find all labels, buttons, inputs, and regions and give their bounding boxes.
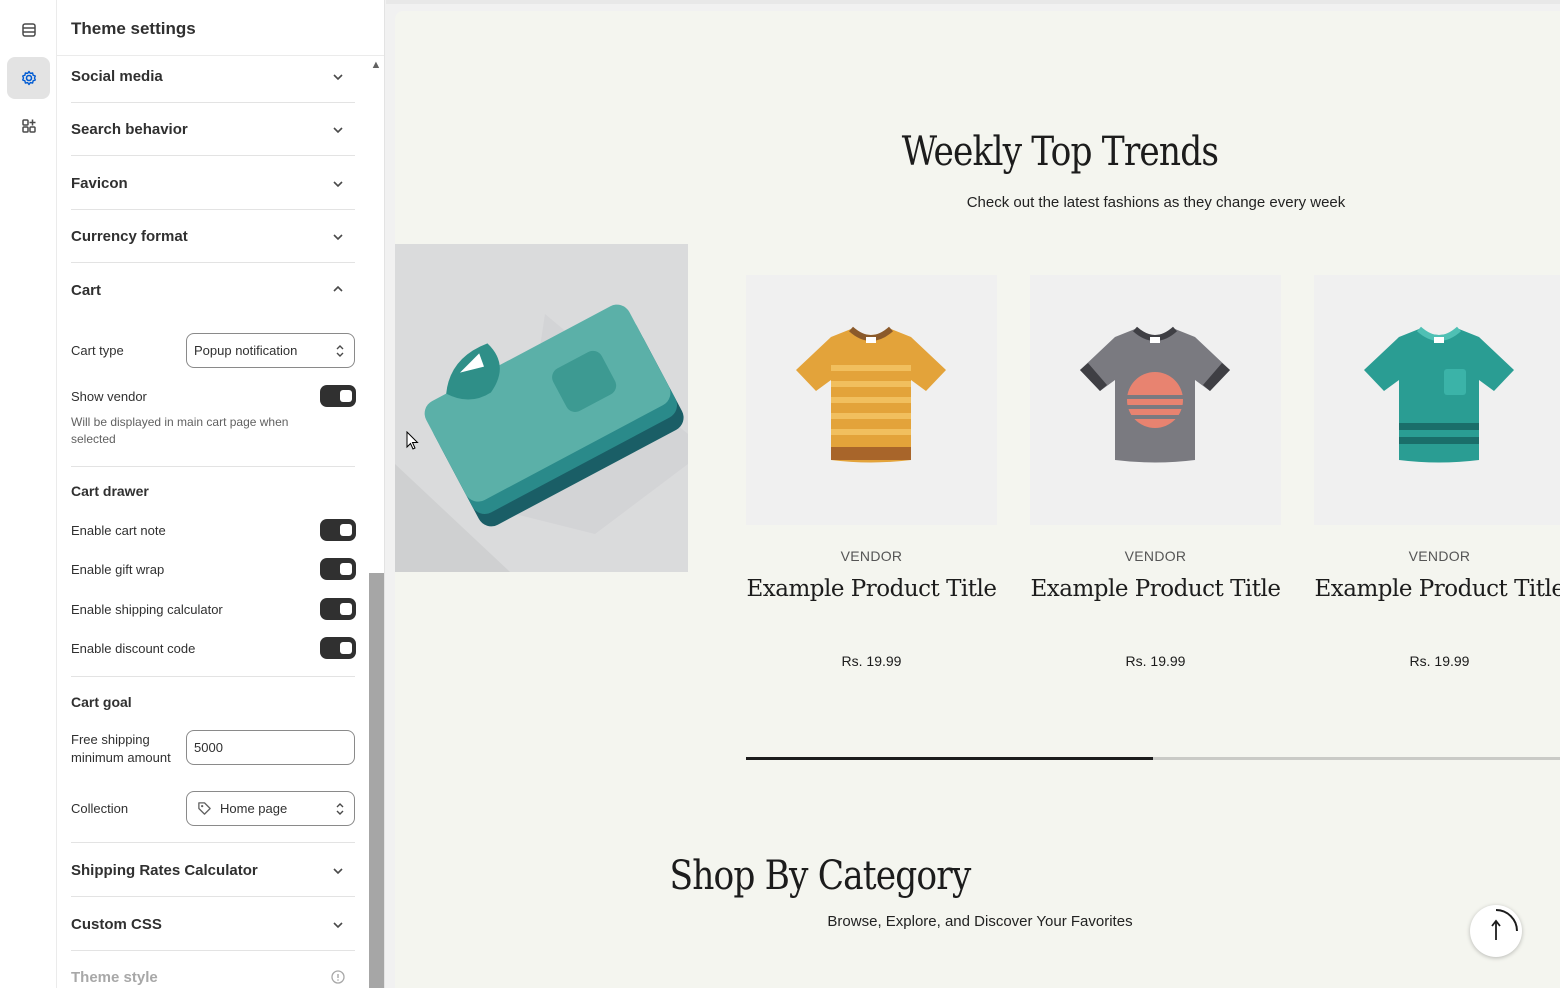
theme-settings-panel: Theme settings ▲ Social media Search beh… <box>57 0 385 988</box>
section-theme-style[interactable]: Theme style <box>71 951 355 988</box>
chevron-down-icon <box>331 70 345 84</box>
cart-type-value: Popup notification <box>194 343 298 358</box>
cart-type-select[interactable]: Popup notification <box>186 333 355 368</box>
product-price: Rs. 19.99 <box>1125 653 1186 669</box>
chevron-up-icon <box>331 282 345 296</box>
section-label: Cart <box>71 282 102 299</box>
mouse-cursor-icon <box>406 431 419 450</box>
carousel-progress-track[interactable] <box>746 757 1560 760</box>
cart-goal-heading: Cart goal <box>71 694 132 710</box>
cart-type-label: Cart type <box>71 343 124 358</box>
apps-button[interactable] <box>7 105 50 147</box>
enable-discount-code-label: Enable discount code <box>71 641 196 656</box>
section-label: Currency format <box>71 228 188 245</box>
trends-title: Weekly Top Trends <box>901 129 1219 175</box>
preview-top-bar <box>386 0 1560 4</box>
show-vendor-help: Will be displayed in main cart page when… <box>71 415 289 446</box>
trends-subtitle: Check out the latest fashions as they ch… <box>966 194 1346 211</box>
product-price: Rs. 19.99 <box>841 653 902 669</box>
collection-value: Home page <box>220 801 288 816</box>
back-to-top-button[interactable] <box>1470 905 1522 957</box>
product-image <box>1314 275 1560 525</box>
section-label: Theme style <box>71 969 158 986</box>
section-label: Shipping Rates Calculator <box>71 862 258 879</box>
info-icon <box>331 970 345 984</box>
arrow-up-icon <box>1491 909 1518 940</box>
tshirt-teal-image <box>1364 326 1514 463</box>
category-title: Shop By Category <box>669 853 972 899</box>
enable-shipping-calculator-toggle[interactable] <box>320 598 356 620</box>
enable-cart-note-label: Enable cart note <box>71 523 166 538</box>
scrollbar-thumb[interactable] <box>369 573 384 988</box>
enable-gift-wrap-label: Enable gift wrap <box>71 562 165 577</box>
product-title[interactable]: Example Product Title <box>746 571 997 607</box>
product-vendor: VENDOR <box>1124 548 1187 564</box>
section-label: Search behavior <box>71 121 188 138</box>
section-social-media[interactable]: Social media <box>71 56 355 103</box>
tag-icon <box>198 802 211 815</box>
tshirt-grey-image <box>1080 326 1230 463</box>
enable-shipping-calculator-label: Enable shipping calculator <box>71 602 223 617</box>
sections-icon <box>21 23 36 37</box>
chevron-down-icon <box>331 177 345 191</box>
icon-rail <box>0 0 57 988</box>
carousel-progress-fill <box>746 757 1153 760</box>
category-subtitle: Browse, Explore, and Discover Your Favor… <box>827 913 1133 930</box>
section-cart[interactable]: Cart <box>71 263 355 316</box>
settings-gear-icon <box>21 70 36 86</box>
cart-drawer-heading: Cart drawer <box>71 483 149 499</box>
product-vendor: VENDOR <box>840 548 903 564</box>
scroll-up-arrow-icon[interactable]: ▲ <box>369 58 383 72</box>
enable-cart-note-toggle[interactable] <box>320 519 356 541</box>
chevron-down-icon <box>331 864 345 878</box>
panel-header: Theme settings <box>57 0 384 56</box>
divider <box>71 466 355 467</box>
product-title[interactable]: Example Product Title <box>1030 571 1281 607</box>
show-vendor-toggle[interactable] <box>320 385 356 407</box>
product-vendor: VENDOR <box>1408 548 1471 564</box>
sections-button[interactable] <box>7 9 50 51</box>
collection-select[interactable]: Home page <box>186 791 355 826</box>
apps-icon <box>21 119 36 133</box>
free-shipping-label: Free shipping minimum amount <box>71 732 171 765</box>
chevron-down-icon <box>331 918 345 932</box>
enable-discount-code-toggle[interactable] <box>320 637 356 659</box>
chevron-down-icon <box>331 123 345 137</box>
free-shipping-input[interactable]: 5000 <box>186 730 355 765</box>
product-card[interactable]: VENDOR Example Product Title Rs. 19.99 <box>1314 275 1560 669</box>
free-shipping-value: 5000 <box>194 740 223 755</box>
section-label: Social media <box>71 68 163 85</box>
product-card[interactable]: VENDOR Example Product Title Rs. 19.99 <box>746 275 997 669</box>
product-card[interactable]: VENDOR Example Product Title Rs. 19.99 <box>1030 275 1281 669</box>
storefront-preview: Weekly Top Trends Check out the latest f… <box>395 11 1560 988</box>
product-image <box>746 275 997 525</box>
select-arrows-icon <box>336 803 344 815</box>
panel-title: Theme settings <box>71 19 196 38</box>
section-search-behavior[interactable]: Search behavior <box>71 103 355 156</box>
product-image <box>1030 275 1281 525</box>
product-title[interactable]: Example Product Title <box>1314 571 1560 607</box>
enable-gift-wrap-toggle[interactable] <box>320 558 356 580</box>
collection-label: Collection <box>71 801 129 816</box>
product-price: Rs. 19.99 <box>1409 653 1470 669</box>
section-custom-css[interactable]: Custom CSS <box>71 897 355 951</box>
folded-shirts-image <box>395 244 688 572</box>
section-label: Custom CSS <box>71 916 162 933</box>
show-vendor-label: Show vendor <box>71 389 147 404</box>
divider <box>71 676 355 677</box>
chevron-down-icon <box>331 230 345 244</box>
section-favicon[interactable]: Favicon <box>71 156 355 210</box>
tshirt-orange-image <box>796 326 946 463</box>
section-currency-format[interactable]: Currency format <box>71 210 355 263</box>
select-arrows-icon <box>336 345 344 357</box>
section-label: Favicon <box>71 175 128 192</box>
settings-button[interactable] <box>7 57 50 99</box>
section-shipping-rates-calculator[interactable]: Shipping Rates Calculator <box>71 843 355 897</box>
